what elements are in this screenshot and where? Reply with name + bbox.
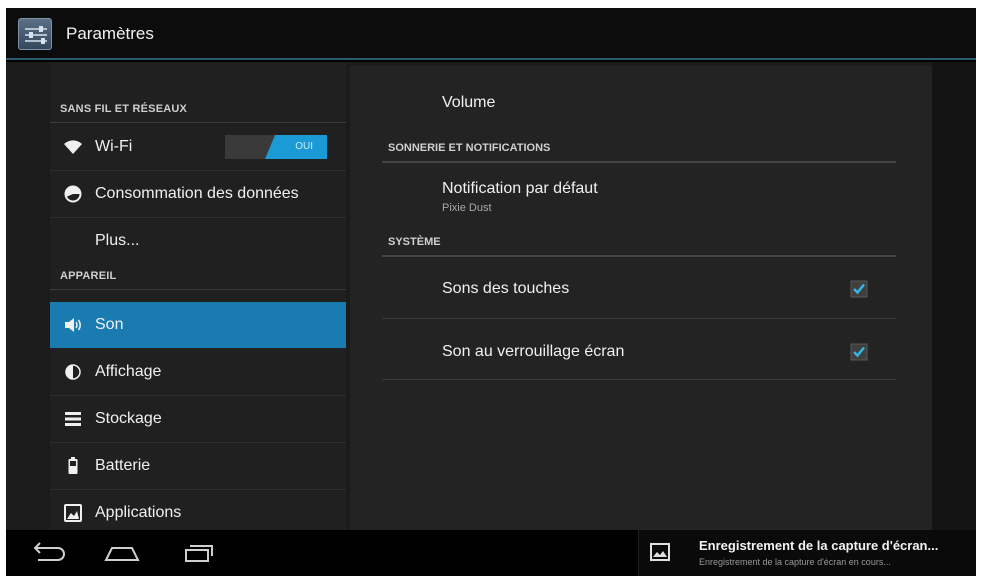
toggle-on-state: OUI	[265, 135, 327, 159]
apps-icon	[62, 503, 84, 523]
sidebar-item-label: Affichage	[95, 363, 162, 380]
sidebar-item-label: Consommation des données	[95, 185, 299, 202]
back-icon[interactable]	[24, 538, 72, 568]
divider	[50, 122, 346, 123]
divider	[382, 379, 896, 380]
default-notification-title: Notification par défaut	[442, 180, 598, 197]
section-header-device: APPAREIL	[60, 270, 117, 282]
divider	[382, 161, 896, 163]
volume-row[interactable]: Volume	[350, 76, 932, 120]
sidebar-item-label: Son	[95, 316, 124, 333]
lock-sound-row[interactable]: Son au verrouillage écran	[350, 319, 932, 379]
touch-sounds-label: Sons des touches	[442, 280, 570, 297]
home-icon[interactable]	[98, 538, 146, 568]
data-usage-icon	[62, 184, 84, 204]
sidebar-item-more[interactable]: Plus...	[50, 218, 346, 264]
sidebar-item-label: Applications	[95, 504, 182, 521]
sidebar-item-sound[interactable]: Son	[50, 302, 346, 348]
recent-apps-icon[interactable]	[174, 538, 222, 568]
touch-sounds-row[interactable]: Sons des touches	[350, 258, 932, 318]
settings-app-icon[interactable]	[18, 18, 52, 50]
notification-title: Enregistrement de la capture d'écran...	[699, 538, 939, 553]
section-header-sound-notifications: SONNERIE ET NOTIFICATIONS	[388, 142, 551, 154]
section-header-wireless: SANS FIL ET RÉSEAUX	[60, 103, 188, 115]
sidebar-item-label: Stockage	[95, 410, 162, 427]
sidebar-item-label: Batterie	[95, 457, 151, 474]
speaker-icon	[62, 315, 84, 335]
default-notification-summary: Pixie Dust	[442, 202, 492, 214]
sidebar-item-label: Plus...	[95, 232, 140, 249]
section-header-system: SYSTÈME	[388, 236, 441, 248]
divider	[50, 289, 346, 290]
sidebar-item-storage[interactable]: Stockage	[50, 396, 346, 442]
battery-icon	[62, 456, 84, 476]
notification-subtitle: Enregistrement de la capture d'écran en …	[699, 557, 891, 567]
wifi-toggle[interactable]: OUI	[225, 135, 327, 159]
wifi-icon	[62, 137, 84, 157]
lock-sound-label: Son au verrouillage écran	[442, 343, 625, 360]
settings-content: SANS FIL ET RÉSEAUX Wi-Fi OUI Consommati…	[6, 62, 976, 530]
default-notification-row[interactable]: Notification par défaut Pixie Dust	[350, 164, 932, 224]
sound-settings-panel: Volume SONNERIE ET NOTIFICATIONS Notific…	[350, 66, 932, 530]
volume-label: Volume	[442, 94, 496, 111]
image-icon	[649, 542, 671, 562]
sidebar-item-data-usage[interactable]: Consommation des données	[50, 171, 346, 217]
screenshot-notification[interactable]: Enregistrement de la capture d'écran... …	[638, 530, 976, 576]
divider	[382, 255, 896, 257]
brightness-icon	[62, 362, 84, 382]
page-title: Paramètres	[66, 24, 154, 43]
sidebar-item-label: Wi-Fi	[95, 138, 133, 155]
storage-icon	[62, 409, 84, 429]
lock-sound-checkbox[interactable]	[850, 343, 868, 361]
sidebar-item-display[interactable]: Affichage	[50, 349, 346, 395]
tablet-screen: Paramètres SANS FIL ET RÉSEAUX Wi-Fi OUI	[6, 8, 976, 576]
system-navigation-bar: Enregistrement de la capture d'écran... …	[6, 530, 976, 576]
action-bar: Paramètres	[6, 8, 976, 60]
settings-sidebar: SANS FIL ET RÉSEAUX Wi-Fi OUI Consommati…	[50, 62, 346, 530]
toggle-label: OUI	[295, 141, 313, 152]
sidebar-item-battery[interactable]: Batterie	[50, 443, 346, 489]
right-margin	[932, 62, 976, 530]
touch-sounds-checkbox[interactable]	[850, 280, 868, 298]
